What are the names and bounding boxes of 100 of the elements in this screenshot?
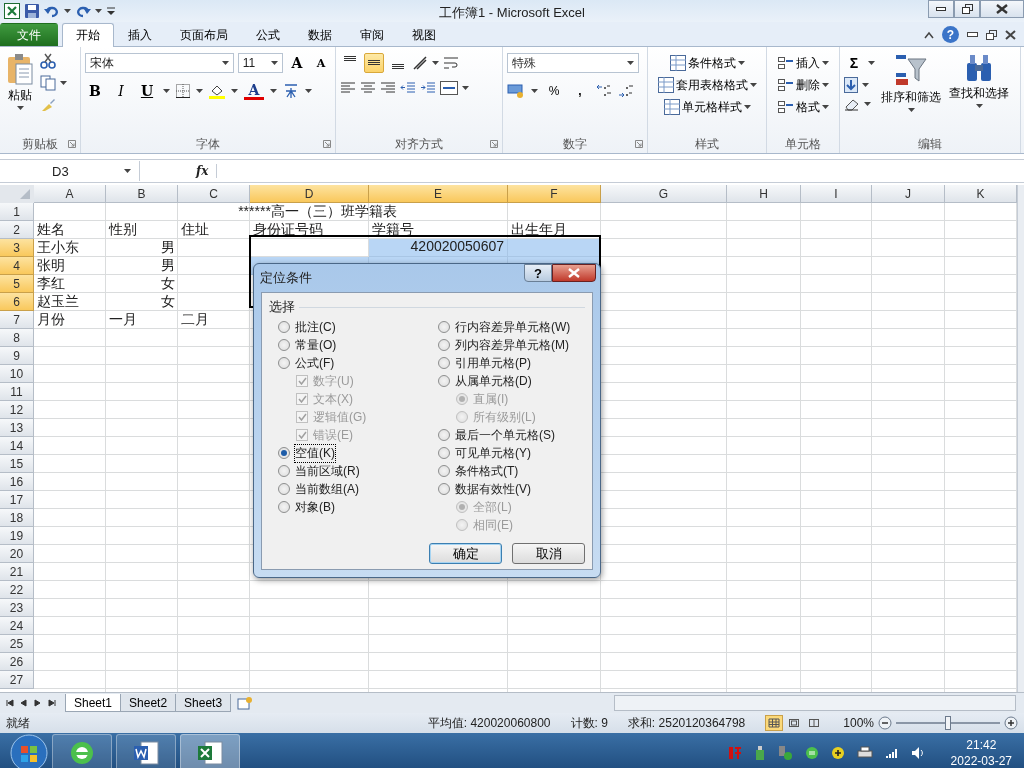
scissors-icon[interactable] (40, 53, 56, 69)
column-header[interactable]: A (34, 185, 106, 203)
row-header[interactable]: 23 (0, 599, 34, 617)
row-header[interactable]: 21 (0, 563, 34, 581)
align-right-icon[interactable] (380, 81, 396, 95)
row-header[interactable]: 17 (0, 491, 34, 509)
row-header[interactable]: 25 (0, 635, 34, 653)
row-header[interactable]: 2 (0, 221, 34, 239)
ok-button[interactable]: 确定 (429, 543, 502, 564)
font-size-field[interactable]: 11 (237, 53, 283, 73)
close-icon[interactable] (1005, 29, 1016, 40)
percent-button[interactable]: % (544, 81, 564, 101)
restore-icon[interactable] (986, 29, 997, 40)
styles-menu-button[interactable]: 套用表格格式 (652, 75, 762, 95)
view-button[interactable] (765, 715, 784, 731)
row-header[interactable]: 22 (0, 581, 34, 599)
sheet-tab[interactable]: Sheet1 (65, 694, 122, 712)
row-header[interactable]: 13 (0, 419, 34, 437)
decrease-decimal-icon[interactable] (618, 84, 634, 98)
row-header[interactable]: 8 (0, 329, 34, 347)
radio-button[interactable] (438, 375, 450, 387)
radio-button[interactable] (438, 357, 450, 369)
signal-icon[interactable] (884, 747, 899, 759)
column-header[interactable]: K (945, 185, 1017, 203)
wrap-text-icon[interactable] (443, 55, 459, 71)
column-header[interactable]: F (508, 185, 601, 203)
row-header[interactable]: 24 (0, 617, 34, 635)
row-header[interactable]: 16 (0, 473, 34, 491)
printer-icon[interactable] (856, 746, 873, 760)
align-left-icon[interactable] (340, 81, 356, 95)
radio-button[interactable] (438, 483, 450, 495)
close-button[interactable] (980, 0, 1024, 18)
column-header[interactable]: E (369, 185, 508, 203)
grow-font-button[interactable]: A (287, 53, 307, 73)
eraser-icon[interactable] (844, 97, 860, 111)
usb-drive-icon[interactable] (754, 745, 765, 761)
italic-button[interactable]: I (111, 81, 131, 101)
restore-button[interactable] (954, 0, 980, 18)
row-header[interactable]: 12 (0, 401, 34, 419)
align-button[interactable] (364, 53, 384, 73)
sheet-tab[interactable]: Sheet2 (120, 694, 177, 712)
row-header[interactable]: 5 (0, 275, 34, 293)
radio-button[interactable] (438, 429, 450, 441)
row-header[interactable]: 20 (0, 545, 34, 563)
row-header[interactable]: 4 (0, 257, 34, 275)
cells-menu-button[interactable]: 插入 (771, 53, 835, 73)
row-header[interactable]: 15 (0, 455, 34, 473)
sheet-tab[interactable]: Sheet3 (175, 694, 232, 712)
zoom-in-icon[interactable] (1004, 716, 1018, 730)
start-button-icon[interactable] (10, 734, 48, 768)
sheet-nav-icon[interactable] (48, 699, 56, 707)
taskbar-button[interactable] (180, 734, 240, 768)
device-check-icon[interactable] (776, 745, 793, 761)
column-header[interactable]: B (106, 185, 178, 203)
sync-icon[interactable] (804, 746, 819, 760)
fill-down-icon[interactable] (844, 77, 858, 93)
radio-button[interactable] (278, 465, 290, 477)
radio-button[interactable] (438, 447, 450, 459)
ribbon-tab[interactable]: 视图 (398, 24, 450, 46)
taskbar-button[interactable] (52, 734, 112, 768)
row-header[interactable]: 3 (0, 239, 34, 257)
minimize-icon[interactable] (967, 32, 978, 37)
comma-button[interactable]: , (570, 81, 590, 101)
ribbon-tab[interactable]: 开始 (62, 23, 114, 47)
number-format-field[interactable]: 特殊 (507, 53, 639, 73)
borders-icon[interactable] (176, 84, 190, 98)
font-color-button[interactable]: A (244, 82, 264, 100)
shrink-font-button[interactable]: A (311, 53, 331, 73)
row-header[interactable]: 11 (0, 383, 34, 401)
dialog-help-button[interactable]: ? (524, 264, 552, 282)
autosum-button[interactable]: Σ (844, 53, 864, 73)
zoom-slider-thumb[interactable] (945, 716, 951, 730)
row-header[interactable]: 7 (0, 311, 34, 329)
fill-color-icon[interactable] (209, 83, 225, 99)
bold-button[interactable]: B (85, 81, 105, 101)
customize-toolbar-icon[interactable] (106, 5, 116, 17)
volume-icon[interactable] (910, 746, 925, 760)
ribbon-tab[interactable]: 审阅 (346, 24, 398, 46)
radio-button[interactable] (438, 339, 450, 351)
dialog-launcher-icon[interactable] (68, 140, 76, 148)
taskbar-button[interactable] (116, 734, 176, 768)
radio-button[interactable] (278, 321, 290, 333)
row-header[interactable]: 6 (0, 293, 34, 311)
orientation-icon[interactable] (412, 55, 428, 71)
cancel-button[interactable]: 取消 (512, 543, 585, 564)
paste-button[interactable]: 粘贴 (4, 53, 36, 135)
row-header[interactable]: 19 (0, 527, 34, 545)
name-box[interactable]: D3 (0, 161, 140, 181)
radio-button[interactable] (438, 465, 450, 477)
row-header[interactable]: 26 (0, 653, 34, 671)
dialog-close-button[interactable] (552, 264, 596, 282)
dialog-launcher-icon[interactable] (490, 140, 498, 148)
radio-button[interactable] (438, 321, 450, 333)
zoom-level[interactable]: 100% (843, 716, 874, 730)
column-header[interactable]: H (727, 185, 801, 203)
column-header[interactable]: G (601, 185, 727, 203)
sort-filter-button[interactable]: 排序和筛选 (879, 53, 943, 135)
font-name-field[interactable]: 宋体 (85, 53, 234, 73)
sheet-nav-icon[interactable] (6, 699, 14, 707)
row-header[interactable]: 1 (0, 203, 34, 221)
